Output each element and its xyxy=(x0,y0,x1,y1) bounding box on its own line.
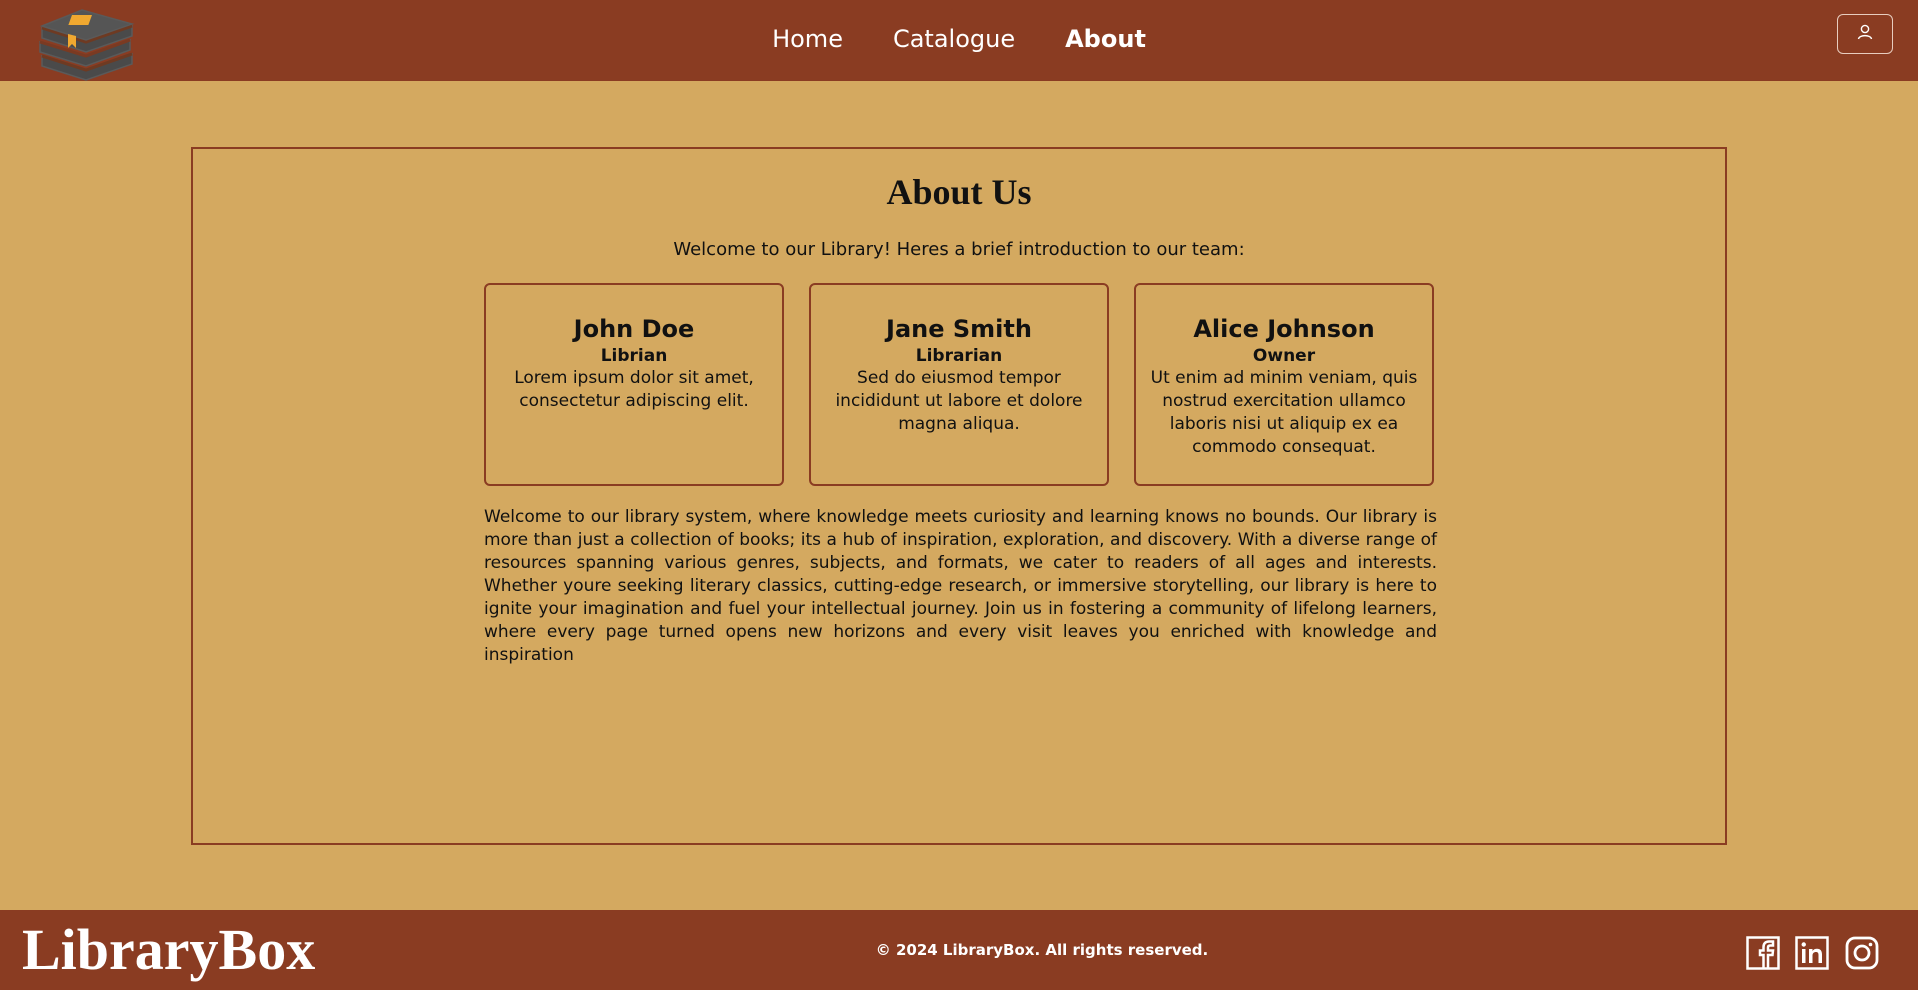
site-header: Home Catalogue About xyxy=(0,0,1918,81)
member-name: John Doe xyxy=(573,315,695,343)
intro-text: Welcome to our Library! Heres a brief in… xyxy=(673,239,1245,260)
member-role: Librian xyxy=(600,346,668,366)
team-cards: John Doe Librian Lorem ipsum dolor sit a… xyxy=(484,283,1437,486)
user-account-button[interactable] xyxy=(1837,14,1893,54)
member-role: Owner xyxy=(1252,346,1316,366)
member-name: Jane Smith xyxy=(886,315,1032,343)
about-section: About Us Welcome to our Library! Heres a… xyxy=(191,147,1727,845)
page-title: About Us xyxy=(886,172,1032,212)
nav-home[interactable]: Home xyxy=(772,25,843,53)
copyright-text: © 2024 LibraryBox. All rights reserved. xyxy=(875,941,1209,959)
nav-about[interactable]: About xyxy=(1065,25,1146,53)
facebook-icon[interactable] xyxy=(1746,936,1780,970)
member-name: Alice Johnson xyxy=(1193,315,1375,343)
team-card: John Doe Librian Lorem ipsum dolor sit a… xyxy=(484,283,784,486)
team-card: Alice Johnson Owner Ut enim ad minim ven… xyxy=(1134,283,1434,486)
main-nav: Home Catalogue About xyxy=(0,0,1918,78)
site-footer: LibraryBox © 2024 LibraryBox. All rights… xyxy=(0,910,1918,990)
team-card: Jane Smith Librarian Sed do eiusmod temp… xyxy=(809,283,1109,486)
member-description: Ut enim ad minim veniam, quis nostrud ex… xyxy=(1150,368,1418,457)
nav-catalogue[interactable]: Catalogue xyxy=(893,25,1015,53)
linkedin-icon[interactable] xyxy=(1795,936,1829,970)
member-role: Librarian xyxy=(915,346,1003,366)
member-description: Sed do eiusmod tempor incididunt ut labo… xyxy=(835,368,1083,434)
library-description: Welcome to our library system, where kno… xyxy=(484,507,1437,665)
user-icon xyxy=(1856,23,1874,45)
instagram-icon[interactable] xyxy=(1845,936,1879,970)
member-description: Lorem ipsum dolor sit amet, consectetur … xyxy=(514,368,754,411)
